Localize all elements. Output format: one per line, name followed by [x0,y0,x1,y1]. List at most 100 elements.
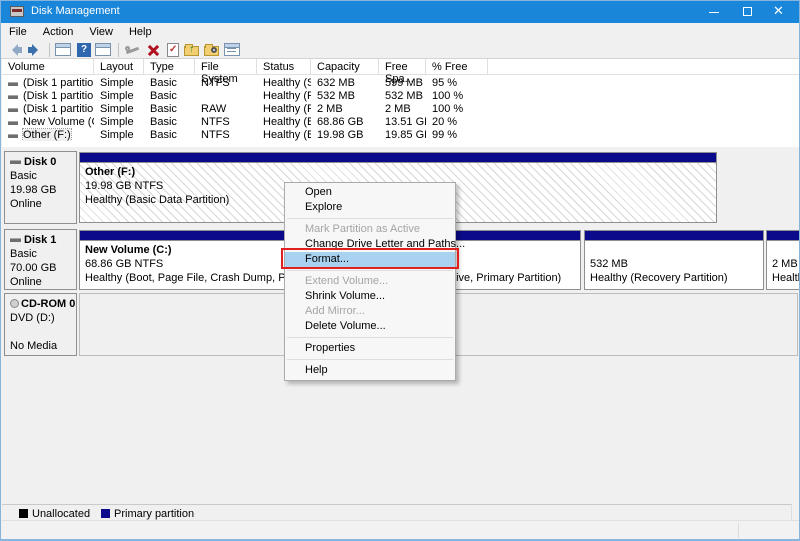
disk-status: No Media [10,340,57,352]
disk-size: 19.98 GB [10,184,56,196]
close-button[interactable]: ✕ [765,1,799,23]
menu-file[interactable]: File [1,23,35,41]
menu-item-open[interactable]: Open [285,185,455,200]
status-bar-divider [738,523,739,538]
volume-list: Volume Layout Type File System Status Ca… [2,59,800,147]
col-pct-free[interactable]: % Free [426,59,488,75]
cell-status: Healthy (B... [257,115,311,128]
folder-search-icon[interactable] [204,42,222,58]
disk-management-icon [10,6,24,17]
col-file-system[interactable]: File System [195,59,257,75]
cell-status: Healthy (B... [257,128,311,141]
volume-row[interactable]: New Volume (C:) Simple Basic NTFS Health… [2,115,800,128]
cell-file-system: RAW [195,102,257,115]
cell-free-space: 532 MB [379,89,426,102]
disk0-label[interactable]: Disk 0 Basic 19.98 GB Online [4,151,77,224]
menu-item-explore[interactable]: Explore [285,200,455,215]
cell-pct-free: 95 % [426,76,488,89]
partition-size: 19.98 GB NTFS [85,180,163,192]
menu-help[interactable]: Help [121,23,160,41]
cell-capacity: 532 MB [311,89,379,102]
cell-type: Basic [144,89,195,102]
console-tree-icon[interactable] [55,42,73,58]
volume-row[interactable]: (Disk 1 partition 3) Simple Basic Health… [2,89,800,102]
cell-status: Healthy (P... [257,102,311,115]
back-icon[interactable] [6,42,24,58]
forward-icon[interactable] [26,42,44,58]
cell-type: Basic [144,102,195,115]
menu-item-help[interactable]: Help [285,363,455,378]
menu-separator [287,218,453,219]
cell-layout: Simple [94,128,144,141]
menu-separator [287,337,453,338]
cell-volume: (Disk 1 partition 4) [23,103,94,115]
cell-capacity: 632 MB [311,76,379,89]
partition-title: Other (F:) [85,166,135,178]
col-filler [488,59,799,75]
cell-capacity: 68.86 GB [311,115,379,128]
volume-row[interactable]: Other (F:) Simple Basic NTFS Healthy (B.… [2,128,800,141]
disk-type: DVD (D:) [10,312,55,324]
partition-type-strip [767,231,800,241]
col-volume[interactable]: Volume [2,59,94,75]
primary-partition-swatch-icon [101,509,110,518]
disk-status: Online [10,198,42,210]
volume-icon [8,121,18,125]
cell-volume: New Volume (C:) [23,116,94,128]
wrench-icon[interactable] [124,42,142,58]
col-layout[interactable]: Layout [94,59,144,75]
unallocated-swatch-icon [19,509,28,518]
menu-action[interactable]: Action [35,23,82,41]
cdrom-label[interactable]: CD-ROM 0 DVD (D:) No Media [4,293,77,356]
col-type[interactable]: Type [144,59,195,75]
help-icon[interactable]: ? [75,42,93,58]
folder-up-icon[interactable]: ↑ [184,42,202,58]
disk-icon [10,238,21,242]
cell-type: Basic [144,128,195,141]
col-status[interactable]: Status [257,59,311,75]
minimize-icon [709,12,719,13]
maximize-button[interactable] [731,1,765,23]
toolbar-separator [118,43,119,57]
partition-small[interactable]: 2 MB Healthy (Primary Partition) [766,230,800,290]
cell-layout: Simple [94,89,144,102]
cd-rom-icon [10,299,19,308]
context-menu: Open Explore Mark Partition as Active Ch… [284,182,456,381]
legend-bar: Unallocated Primary partition [2,504,792,520]
disk-name: CD-ROM 0 [21,298,75,310]
col-free-space[interactable]: Free Spa... [379,59,426,75]
status-bar [2,520,800,539]
partition-recovery[interactable]: 532 MB Healthy (Recovery Partition) [584,230,764,290]
menu-view[interactable]: View [81,23,121,41]
toolbar-separator [49,43,50,57]
menu-item-shrink-volume[interactable]: Shrink Volume... [285,289,455,304]
action-pane-icon[interactable] [95,42,113,58]
cell-capacity: 19.98 GB [311,128,379,141]
volume-row[interactable]: (Disk 1 partition 4) Simple Basic RAW He… [2,102,800,115]
format-annotation-box [281,248,459,269]
volume-row[interactable]: (Disk 1 partition 2) Simple Basic NTFS H… [2,76,800,89]
cell-status: Healthy (R... [257,89,311,102]
cell-status: Healthy (S... [257,76,311,89]
cell-pct-free: 100 % [426,102,488,115]
cell-layout: Simple [94,76,144,89]
properties-icon[interactable] [224,42,242,58]
cell-file-system [195,89,257,102]
legend-unallocated: Unallocated [19,508,90,518]
minimize-button[interactable] [697,1,731,23]
partition-size: 532 MB [590,258,628,270]
menu-item-properties[interactable]: Properties [285,341,455,356]
disk1-label[interactable]: Disk 1 Basic 70.00 GB Online [4,229,77,290]
delete-volume-icon[interactable] [144,42,162,58]
disk-name: Disk 1 [24,234,56,246]
partition-status: Healthy (Recovery Partition) [590,272,728,284]
menu-item-delete-volume[interactable]: Delete Volume... [285,319,455,334]
disk-icon [10,160,21,164]
cell-volume: (Disk 1 partition 2) [23,77,94,89]
check-document-icon[interactable]: ✓ [164,42,182,58]
cell-file-system: NTFS [195,115,257,128]
col-capacity[interactable]: Capacity [311,59,379,75]
menu-separator [287,359,453,360]
close-icon: ✕ [773,3,784,19]
menu-separator [287,270,453,271]
